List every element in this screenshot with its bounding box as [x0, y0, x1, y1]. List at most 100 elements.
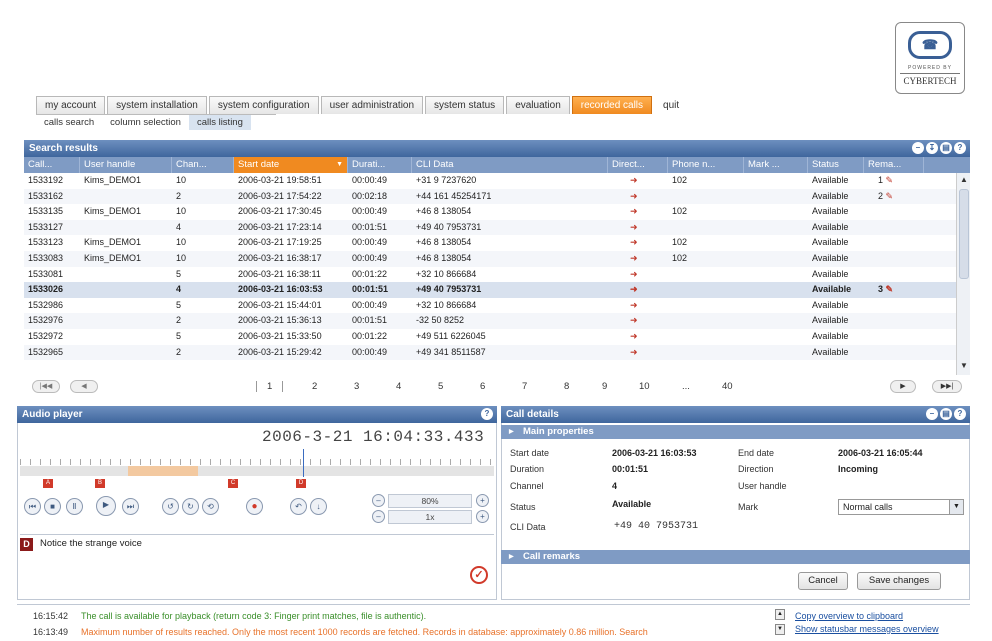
- col-remarks[interactable]: Rema...: [864, 157, 924, 173]
- marker-a[interactable]: A: [43, 479, 53, 488]
- tab-system-installation[interactable]: system installation: [107, 96, 207, 114]
- tab-user-administration[interactable]: user administration: [320, 96, 424, 114]
- subtab-calls-search[interactable]: calls search: [36, 115, 102, 130]
- page-6[interactable]: 6: [480, 381, 485, 392]
- table-row[interactable]: 1533162 2 2006-03-21 17:54:22 00:02:18 +44 1…: [24, 188, 956, 205]
- cancel-button[interactable]: Cancel: [798, 572, 848, 590]
- col-channel[interactable]: Chan...: [172, 157, 234, 173]
- minimize-icon[interactable]: –: [926, 408, 938, 420]
- remark-pencil-icon[interactable]: ✎: [883, 191, 894, 201]
- call-remarks-section[interactable]: Call remarks: [501, 550, 970, 564]
- copy-overview-link[interactable]: Copy overview to clipboard: [795, 611, 903, 621]
- page-8[interactable]: 8: [564, 381, 569, 392]
- download-icon[interactable]: ↓: [310, 498, 327, 515]
- next-page-icon[interactable]: ▶: [890, 380, 916, 393]
- speed-up-icon[interactable]: +: [476, 510, 489, 523]
- table-row[interactable]: 1532986 5 2006-03-21 15:44:01 00:00:49 +32 1…: [24, 298, 956, 314]
- prev-page-icon[interactable]: ◀: [70, 380, 98, 393]
- tab-evaluation[interactable]: evaluation: [506, 96, 570, 114]
- print-icon[interactable]: ▤: [940, 408, 952, 420]
- playhead[interactable]: [303, 449, 304, 477]
- subtab-column-selection[interactable]: column selection: [102, 115, 189, 130]
- col-call[interactable]: Call...: [24, 157, 80, 173]
- annotation-area[interactable]: D Notice the strange voice: [20, 534, 494, 598]
- save-changes-button[interactable]: Save changes: [857, 572, 941, 590]
- volume-down-icon[interactable]: –: [372, 494, 385, 507]
- waveform-timeline[interactable]: [20, 449, 494, 479]
- tab-quit[interactable]: quit: [654, 96, 688, 114]
- tab-my-account[interactable]: my account: [36, 96, 106, 114]
- marker-d[interactable]: D: [296, 479, 306, 488]
- tab-recorded-calls[interactable]: recorded calls: [571, 96, 653, 114]
- col-status[interactable]: Status: [808, 157, 864, 173]
- col-direction[interactable]: Direct...: [608, 157, 668, 173]
- marker-c[interactable]: C: [228, 479, 238, 488]
- table-row[interactable]: 1532965 2 2006-03-21 15:29:42 00:00:49 +49 3…: [24, 344, 956, 361]
- main-properties-section[interactable]: Main properties: [501, 425, 970, 439]
- tab-system-configuration[interactable]: system configuration: [208, 96, 319, 114]
- mark-select[interactable]: Normal calls ▼: [838, 499, 964, 515]
- col-user-handle[interactable]: User handle: [80, 157, 172, 173]
- col-duration[interactable]: Durati...: [348, 157, 412, 173]
- scroll-up-icon[interactable]: ▲: [958, 175, 970, 187]
- table-row[interactable]: 1532972 5 2006-03-21 15:33:50 00:01:22 +49 5…: [24, 329, 956, 345]
- remark-pencil-icon[interactable]: ✎: [883, 284, 894, 294]
- col-start-date[interactable]: Start date: [234, 157, 348, 173]
- help-icon[interactable]: ?: [954, 408, 966, 420]
- col-phone-number[interactable]: Phone n...: [668, 157, 744, 173]
- scroll-down-icon[interactable]: ▼: [958, 361, 970, 373]
- page-40[interactable]: 40: [722, 381, 733, 392]
- table-row[interactable]: 1532976 2 2006-03-21 15:36:13 00:01:51 -32 5…: [24, 313, 956, 329]
- jump-back-icon[interactable]: ↶: [290, 498, 307, 515]
- print-icon[interactable]: ▤: [940, 142, 952, 154]
- table-row[interactable]: 1533081 5 2006-03-21 16:38:11 00:01:22 +32 1…: [24, 267, 956, 283]
- page-10[interactable]: 10: [639, 381, 650, 392]
- page-9[interactable]: 9: [602, 381, 607, 392]
- volume-up-icon[interactable]: +: [476, 494, 489, 507]
- subtab-calls-listing[interactable]: calls listing: [188, 115, 251, 130]
- cell-remarks: [864, 298, 924, 314]
- pause-icon[interactable]: Ⅱ: [66, 498, 83, 515]
- play-icon[interactable]: ▶: [96, 496, 116, 516]
- results-column-headers: Call... User handle Chan... Start date D…: [24, 157, 970, 173]
- scroll-thumb[interactable]: [959, 189, 969, 279]
- table-row[interactable]: 1533123 Kims_DEMO1 10 2006-03-21 17:19:25 00…: [24, 235, 956, 251]
- show-statusbar-messages-link[interactable]: Show statusbar messages overview: [795, 624, 939, 634]
- record-icon[interactable]: ●: [246, 498, 263, 515]
- results-scrollbar[interactable]: ▲ ▼: [956, 173, 970, 375]
- marker-b[interactable]: B: [95, 479, 105, 488]
- page-4[interactable]: 4: [396, 381, 401, 392]
- repeat-icon[interactable]: ⟲: [202, 498, 219, 515]
- chevron-down-icon[interactable]: ▼: [949, 500, 963, 514]
- page-1[interactable]: 1: [256, 381, 284, 392]
- minimize-icon[interactable]: –: [912, 142, 924, 154]
- table-row[interactable]: 1533135 Kims_DEMO1 10 2006-03-21 17:30:45 00…: [24, 204, 956, 220]
- page-2[interactable]: 2: [312, 381, 317, 392]
- table-row[interactable]: 1533083 Kims_DEMO1 10 2006-03-21 16:38:17 00…: [24, 250, 956, 267]
- rewind-start-icon[interactable]: ⏮: [24, 498, 41, 515]
- table-row[interactable]: 1533026 4 2006-03-21 16:03:53 00:01:51 +49 4…: [24, 282, 956, 298]
- status-scroll-down-icon[interactable]: ▼: [775, 624, 785, 635]
- page-5[interactable]: 5: [438, 381, 443, 392]
- page-7[interactable]: 7: [522, 381, 527, 392]
- last-page-icon[interactable]: ▶▶|: [932, 380, 962, 393]
- page-3[interactable]: 3: [354, 381, 359, 392]
- annotation-text[interactable]: Notice the strange voice: [40, 538, 142, 549]
- speed-down-icon[interactable]: –: [372, 510, 385, 523]
- loop-forward-icon[interactable]: ↻: [182, 498, 199, 515]
- col-mark[interactable]: Mark ...: [744, 157, 808, 173]
- stop-icon[interactable]: ■: [44, 498, 61, 515]
- col-cli-data[interactable]: CLI Data: [412, 157, 608, 173]
- confirm-check-icon[interactable]: ✓: [470, 566, 488, 584]
- export-icon[interactable]: ↧: [926, 142, 938, 154]
- table-row[interactable]: 1533127 4 2006-03-21 17:23:14 00:01:51 +49 4…: [24, 219, 956, 236]
- remark-pencil-icon[interactable]: ✎: [883, 175, 894, 185]
- first-page-icon[interactable]: |◀◀: [32, 380, 60, 393]
- help-icon[interactable]: ?: [954, 142, 966, 154]
- tab-system-status[interactable]: system status: [425, 96, 505, 114]
- help-icon[interactable]: ?: [481, 408, 493, 420]
- fast-forward-icon[interactable]: ⏭: [122, 498, 139, 515]
- status-scroll-up-icon[interactable]: ▲: [775, 609, 785, 620]
- loop-back-icon[interactable]: ↺: [162, 498, 179, 515]
- table-row[interactable]: 1533192 Kims_DEMO1 10 2006-03-21 19:58:51 00…: [24, 173, 956, 189]
